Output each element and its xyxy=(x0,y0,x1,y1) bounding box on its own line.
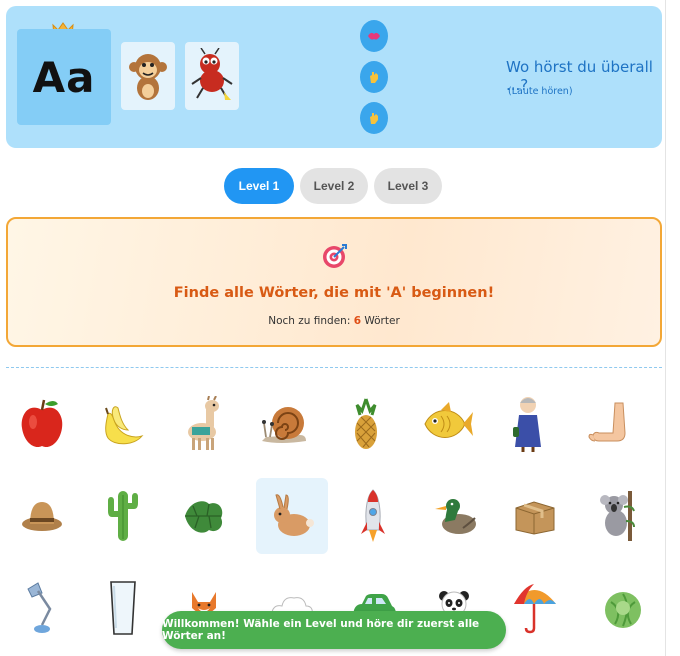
scrollbar-track[interactable] xyxy=(665,0,680,656)
word-card-pineapple[interactable] xyxy=(330,386,402,462)
lettuce-icon xyxy=(605,592,641,628)
koala-icon xyxy=(600,491,635,541)
word-card-arm[interactable] xyxy=(573,386,645,462)
picture-card-monkey[interactable] xyxy=(121,42,175,110)
task-card: Finde alle Wörter, die mit 'A' beginnen!… xyxy=(6,217,662,347)
word-card-apple[interactable] xyxy=(6,386,78,462)
word-card-banana[interactable] xyxy=(87,386,159,462)
word-card-rabbit[interactable] xyxy=(256,478,328,554)
welcome-toast: Willkommen! Wähle ein Level und höre dir… xyxy=(162,611,506,649)
tab-level-2[interactable]: Level 2 xyxy=(300,168,368,204)
glass-icon xyxy=(110,581,136,635)
listen-link[interactable]: (Laute hören) xyxy=(508,86,573,97)
header-panel: Aa Wo hörst du überall ...? (Laute hören… xyxy=(6,6,662,148)
rocket-icon xyxy=(361,489,385,542)
umbrella-icon xyxy=(514,584,556,634)
word-card-lamp[interactable] xyxy=(6,570,78,646)
picture-card-ant[interactable] xyxy=(185,42,239,110)
task-instruction: Finde alle Wörter, die mit 'A' beginnen! xyxy=(173,285,495,301)
rabbit-icon xyxy=(274,494,314,536)
word-card-leaf[interactable] xyxy=(168,478,240,554)
lamp-icon xyxy=(27,582,52,633)
ear-sound-button[interactable] xyxy=(360,61,388,93)
word-card-duck[interactable] xyxy=(418,478,490,554)
duck-icon xyxy=(435,499,476,534)
word-card-grandma[interactable] xyxy=(492,386,564,462)
word-card-rocket[interactable] xyxy=(337,478,409,554)
banana-icon xyxy=(105,406,144,445)
remaining-count-number: 6 xyxy=(353,315,362,327)
ant-icon xyxy=(191,48,233,100)
word-card-snail[interactable] xyxy=(249,386,321,462)
letter-text: Aa xyxy=(32,52,96,102)
hand-icon xyxy=(370,72,378,83)
divider xyxy=(6,367,662,368)
lips-icon xyxy=(368,32,380,40)
word-card-package[interactable] xyxy=(499,478,571,554)
snail-icon xyxy=(262,407,306,443)
fish-icon xyxy=(424,402,473,438)
remaining-count: Noch zu finden: 6 Wörter xyxy=(268,315,400,327)
word-card-hat[interactable] xyxy=(6,478,78,554)
package-icon xyxy=(515,501,555,535)
leaf-icon xyxy=(185,501,223,533)
hat-icon xyxy=(22,502,62,531)
letter-card[interactable]: Aa xyxy=(17,29,111,125)
word-card-fish[interactable] xyxy=(411,386,483,462)
word-card-glass[interactable] xyxy=(87,570,159,646)
arm-icon xyxy=(588,402,626,442)
grandma-icon xyxy=(513,397,541,452)
tab-level-3[interactable]: Level 3 xyxy=(374,168,442,204)
word-card-cactus[interactable] xyxy=(87,478,159,554)
wave-hand-icon xyxy=(370,113,378,124)
target-icon xyxy=(323,244,347,268)
llama-icon xyxy=(188,396,219,450)
pineapple-icon xyxy=(355,398,377,449)
tab-level-1[interactable]: Level 1 xyxy=(224,168,294,204)
word-card-koala[interactable] xyxy=(580,478,652,554)
word-card-llama[interactable] xyxy=(168,386,240,462)
cactus-icon xyxy=(108,491,138,541)
apple-icon xyxy=(21,399,63,448)
mouth-sound-button[interactable] xyxy=(360,20,388,52)
hand-sound-button[interactable] xyxy=(360,102,388,134)
monkey-icon xyxy=(129,54,167,100)
word-card-lettuce[interactable] xyxy=(587,570,659,646)
word-card-umbrella[interactable] xyxy=(499,570,571,646)
